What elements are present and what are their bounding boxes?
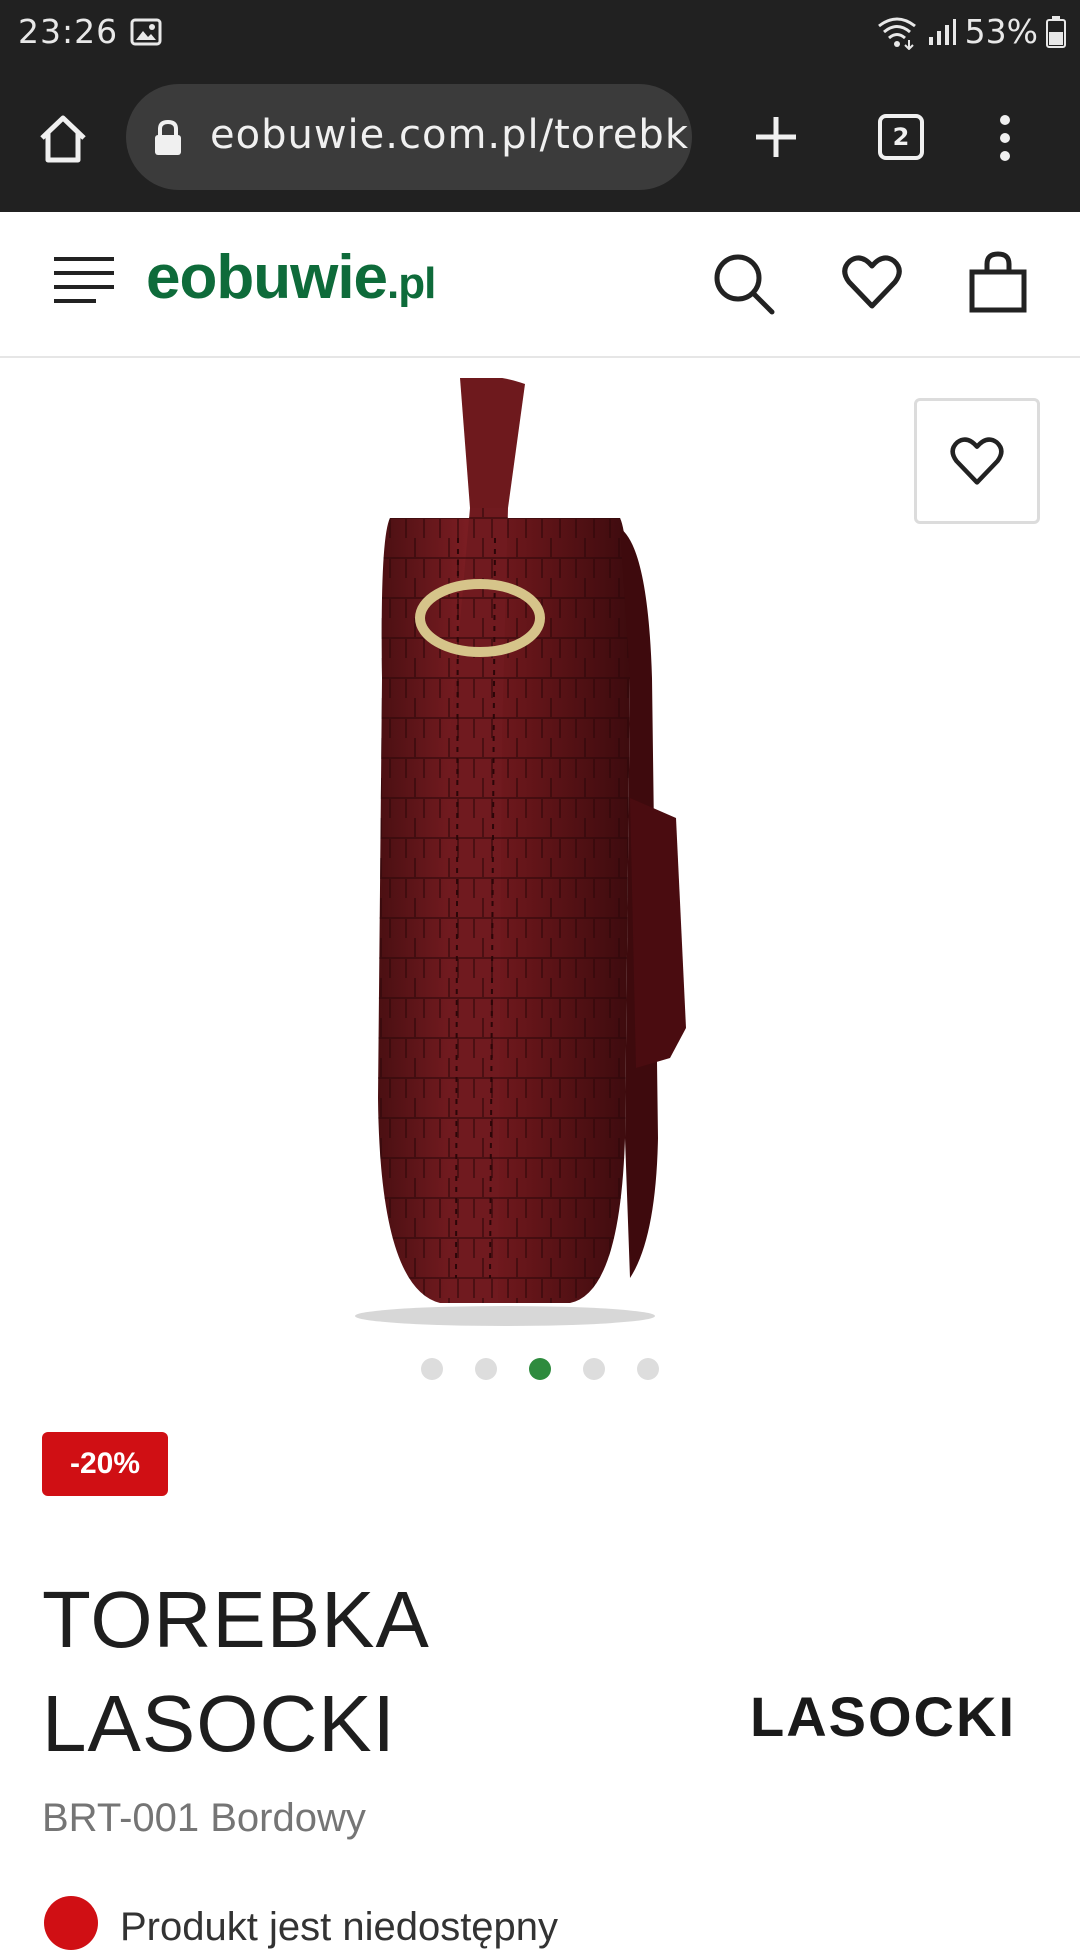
signal-icon <box>928 18 956 45</box>
battery-icon <box>1046 15 1066 48</box>
more-icon[interactable] <box>990 112 1020 164</box>
site-header: eobuwie.pl <box>0 212 1080 358</box>
home-icon[interactable] <box>36 112 90 166</box>
site-logo[interactable]: eobuwie.pl <box>146 242 436 313</box>
image-icon <box>130 18 162 46</box>
gallery-pagination <box>0 1358 1080 1382</box>
gallery-dot[interactable] <box>475 1358 497 1380</box>
new-tab-icon[interactable] <box>752 113 800 161</box>
product-title-line2: LASOCKI <box>42 1679 396 1768</box>
gallery-dot[interactable] <box>421 1358 443 1380</box>
product-sku: BRT-001 Bordowy <box>42 1796 366 1840</box>
gallery-dot[interactable] <box>637 1358 659 1380</box>
product-title-line1: TOREBKA <box>42 1575 430 1664</box>
menu-icon[interactable] <box>52 253 116 309</box>
cart-icon[interactable] <box>966 250 1030 314</box>
product-gallery[interactable] <box>0 358 1080 1368</box>
wishlist-icon[interactable] <box>842 254 902 310</box>
heart-icon <box>950 437 1004 485</box>
status-bar: 23:26 53% <box>0 0 1080 68</box>
wifi-icon <box>877 17 916 50</box>
availability-indicator <box>44 1896 98 1950</box>
logo-tld: .pl <box>387 259 436 308</box>
product-title: TOREBKA LASOCKI <box>42 1568 582 1776</box>
battery-percent: 53% <box>964 12 1038 51</box>
tab-switcher-button[interactable]: 2 <box>878 114 924 160</box>
address-bar[interactable]: eobuwie.com.pl/torebk <box>126 84 692 190</box>
product-image[interactable] <box>330 378 750 1328</box>
logo-main: eobuwie <box>146 243 388 312</box>
search-icon[interactable] <box>712 252 776 316</box>
add-to-favorites-button[interactable] <box>914 398 1040 524</box>
brand-logo[interactable]: LASOCKI <box>750 1684 1016 1749</box>
status-time: 23:26 <box>18 12 119 51</box>
availability-text: Produkt jest niedostępny <box>120 1904 559 1949</box>
lock-icon <box>155 119 181 155</box>
gallery-dot[interactable] <box>583 1358 605 1380</box>
discount-badge: -20% <box>42 1432 168 1496</box>
url-text[interactable]: eobuwie.com.pl/torebk <box>210 112 689 158</box>
gallery-dot-active[interactable] <box>529 1358 551 1380</box>
browser-toolbar: eobuwie.com.pl/torebk 2 <box>0 68 1080 212</box>
status-indicators: 53% <box>875 12 1066 51</box>
availability-status: Produkt jest niedostępny <box>44 1896 558 1950</box>
